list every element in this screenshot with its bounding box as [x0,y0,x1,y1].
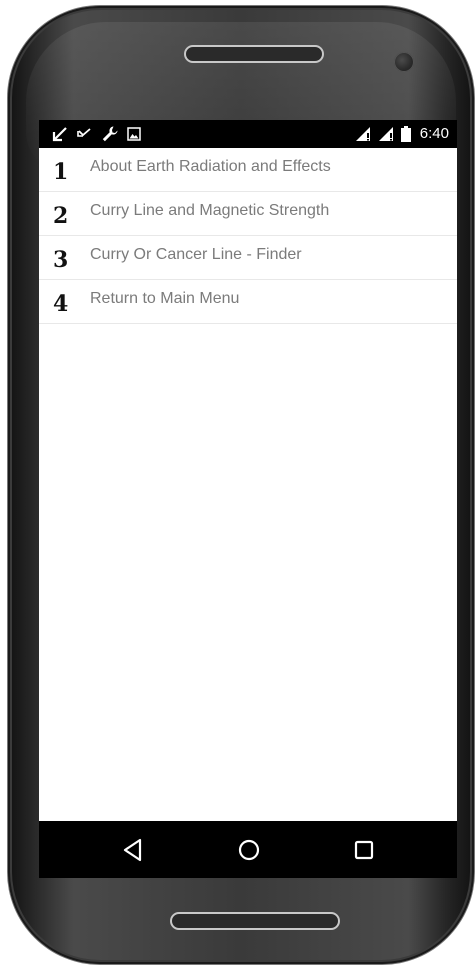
missed-call-icon [77,127,93,141]
home-icon [234,835,264,865]
wrench-icon [101,125,119,143]
image-icon [127,127,141,141]
status-bar: 6:40 [39,120,457,148]
screen: 6:40 1 About Earth Radiation and Effects… [39,120,457,878]
status-notification-icons [51,123,141,145]
menu-item-number: 2 [53,203,69,229]
status-time: 6:40 [419,125,449,142]
back-icon [119,835,149,865]
arrow-down-left-icon [51,125,69,143]
menu-item-label: About Earth Radiation and Effects [90,158,331,175]
menu-item-number: 3 [53,247,69,273]
recents-button[interactable] [349,835,379,865]
bottom-speaker [170,912,340,930]
earpiece-speaker [184,45,324,63]
menu-item-curry-line-magnetic[interactable]: 2 Curry Line and Magnetic Strength [39,192,457,236]
menu-item-label: Return to Main Menu [90,290,240,307]
battery-icon [400,126,411,142]
menu-item-number: 4 [53,291,69,317]
back-button[interactable] [119,835,149,865]
menu-item-line-finder[interactable]: 3 Curry Or Cancer Line - Finder [39,236,457,280]
signal-icon [355,126,373,142]
menu-item-number: 1 [53,159,69,185]
menu-item-label: Curry Line and Magnetic Strength [90,202,330,219]
menu-item-return-main-menu[interactable]: 4 Return to Main Menu [39,280,457,324]
navigation-bar [39,821,457,878]
status-system-icons: 6:40 [355,123,449,145]
signal-icon [378,126,396,142]
menu-item-earth-radiation[interactable]: 1 About Earth Radiation and Effects [39,148,457,192]
front-camera [394,52,414,72]
home-button[interactable] [234,835,264,865]
recents-icon [349,835,379,865]
menu-item-label: Curry Or Cancer Line - Finder [90,246,302,263]
menu-list: 1 About Earth Radiation and Effects 2 Cu… [39,148,457,324]
